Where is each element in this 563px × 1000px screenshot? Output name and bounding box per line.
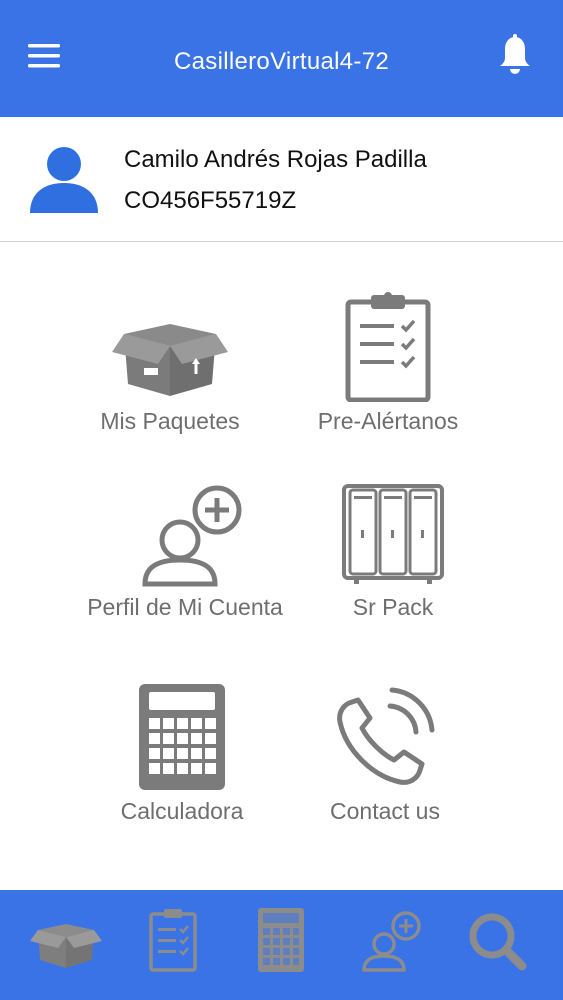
- clipboard-checklist-icon: [345, 292, 431, 402]
- tile-perfil-de-mi-cuenta[interactable]: Perfil de Mi Cuenta: [75, 482, 295, 622]
- nav-calculator-icon[interactable]: [241, 906, 321, 976]
- phone-icon: [337, 687, 435, 785]
- app-title: CasilleroVirtual4-72: [174, 48, 389, 75]
- user-name: Camilo Andrés Rojas Padilla: [124, 146, 427, 173]
- lockers-icon: [342, 484, 444, 584]
- nav-clipboard-checklist-icon[interactable]: [133, 906, 213, 976]
- nav-search-icon[interactable]: [458, 906, 538, 976]
- app-bar: CasilleroVirtual4-72: [0, 0, 563, 117]
- tile-label: Sr Pack: [352, 594, 434, 620]
- user-profile-card: Camilo Andrés Rojas Padilla CO456F55719Z: [0, 117, 563, 242]
- tile-mis-paquetes[interactable]: Mis Paquetes: [60, 298, 280, 438]
- bell-icon[interactable]: [490, 30, 540, 80]
- nav-user-add-icon[interactable]: [352, 906, 432, 976]
- tile-label: Contact us: [330, 798, 440, 824]
- tile-pre-alertanos[interactable]: Pre-Alértanos: [278, 290, 498, 438]
- nav-package-box-icon[interactable]: [26, 906, 106, 976]
- user-avatar-icon: [26, 141, 102, 217]
- bottom-nav: [0, 890, 563, 1000]
- user-code: CO456F55719Z: [124, 187, 297, 214]
- tile-sr-pack[interactable]: Sr Pack: [283, 482, 503, 622]
- tile-contact-us[interactable]: Contact us: [275, 684, 495, 828]
- user-add-icon: [142, 485, 242, 587]
- tile-label: Pre-Alértanos: [317, 408, 459, 434]
- package-box-icon: [112, 324, 228, 396]
- calculator-icon: [139, 684, 225, 790]
